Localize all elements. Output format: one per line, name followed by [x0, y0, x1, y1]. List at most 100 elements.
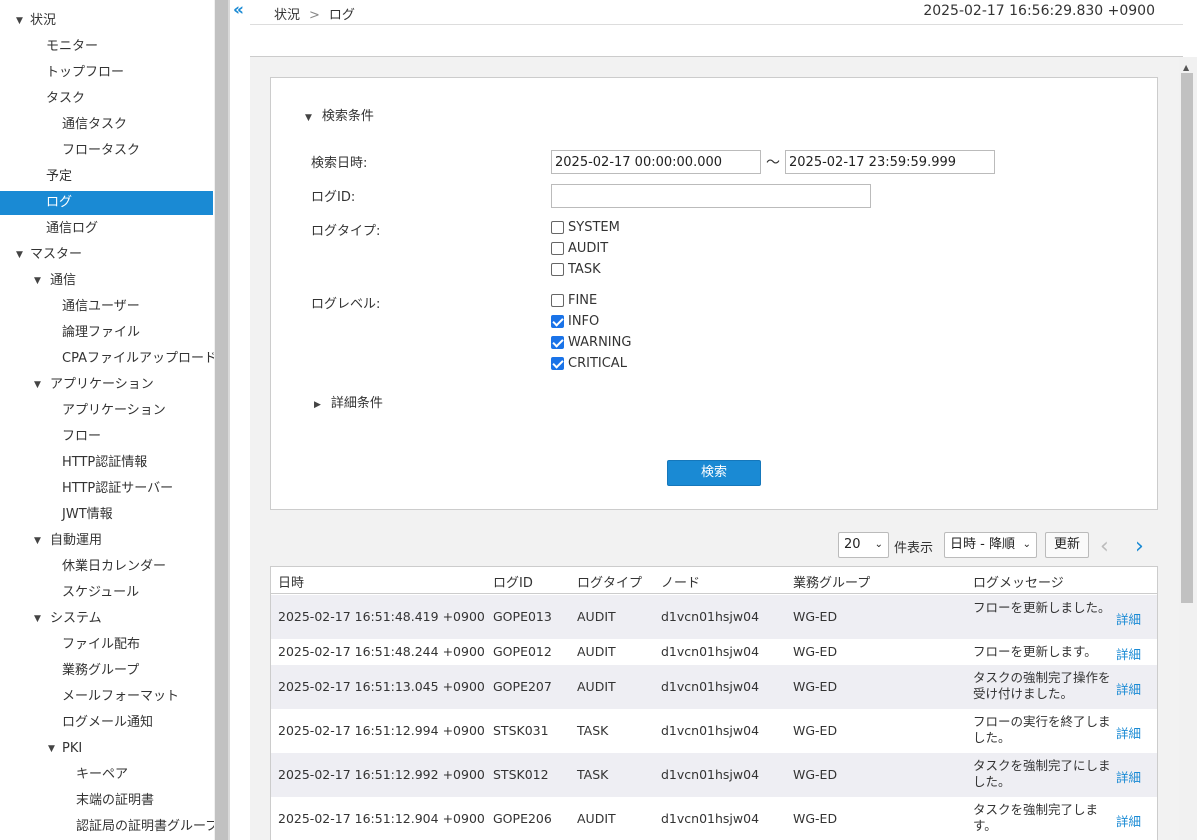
detail-link[interactable]: 詳細 — [1116, 767, 1141, 786]
checkbox-label: SYSTEM — [568, 220, 620, 235]
expand-triangle-icon[interactable]: ▼ — [16, 243, 23, 267]
detail-link[interactable]: 詳細 — [1116, 723, 1141, 742]
sidebar-item[interactable]: フロータスク — [0, 139, 213, 163]
next-page-icon[interactable]: › — [1135, 536, 1144, 558]
sidebar-item[interactable]: ▼ 通信 — [0, 269, 213, 293]
cell-group: WG-ED — [793, 811, 838, 826]
sidebar-item-label: PKI — [62, 741, 83, 756]
cell-node: d1vcn01hsjw04 — [661, 811, 760, 826]
sidebar-scrollbar-thumb[interactable] — [215, 0, 228, 840]
table-row: 2025-02-17 16:51:12.904 +0900 GOPE206 AUDI… — [271, 797, 1157, 840]
sidebar-item[interactable]: ログメール通知 — [0, 711, 213, 735]
sidebar-item[interactable]: トップフロー — [0, 61, 213, 85]
sidebar-item[interactable]: 末端の証明書 — [0, 789, 213, 813]
breadcrumb-item-status[interactable]: 状況 — [274, 8, 300, 23]
cell-message: タスクを強制完了にしました。 — [973, 758, 1111, 789]
checkbox[interactable] — [551, 336, 564, 349]
sidebar-item[interactable]: ▼ PKI — [0, 737, 213, 761]
checkbox[interactable] — [551, 221, 564, 234]
checkbox[interactable] — [551, 294, 564, 307]
sidebar-item[interactable]: ファイル配布 — [0, 633, 213, 657]
checkbox[interactable] — [551, 263, 564, 276]
chevron-down-icon: ⌄ — [874, 539, 883, 550]
sidebar-item-label: 通信タスク — [62, 117, 128, 132]
main-scrollbar-thumb[interactable] — [1181, 73, 1193, 603]
logtype-option[interactable]: AUDIT — [551, 238, 608, 259]
sidebar-item[interactable]: メールフォーマット — [0, 685, 213, 709]
table-row: 2025-02-17 16:51:48.419 +0900 GOPE013 AUDI… — [271, 595, 1157, 639]
sidebar-item[interactable]: JWT情報 — [0, 503, 213, 527]
expand-triangle-icon[interactable]: ▼ — [34, 269, 41, 293]
date-to-input[interactable] — [785, 150, 995, 174]
scroll-up-icon[interactable]: ▲ — [1183, 63, 1189, 72]
sidebar-item[interactable]: ▼ 状況 — [0, 9, 213, 33]
expand-triangle-icon[interactable]: ▼ — [48, 737, 55, 761]
checkbox-label: AUDIT — [568, 241, 609, 256]
sidebar-item[interactable]: 業務グループ — [0, 659, 213, 683]
sidebar-item[interactable]: ▼ 自動運用 — [0, 529, 213, 553]
loglevel-option[interactable]: INFO — [551, 311, 599, 332]
detail-link[interactable]: 詳細 — [1116, 609, 1141, 628]
cell-datetime: 2025-02-17 16:51:12.992 +0900 — [278, 767, 485, 782]
loglevel-option[interactable]: WARNING — [551, 332, 631, 353]
expand-triangle-icon[interactable]: ▼ — [34, 373, 41, 397]
sort-value: 日時 - 降順 — [950, 537, 1015, 552]
main-scrollbar[interactable]: ▲ — [1179, 57, 1197, 840]
sidebar-item[interactable]: HTTP認証情報 — [0, 451, 213, 475]
sidebar-item[interactable]: 休業日カレンダー — [0, 555, 213, 579]
checkbox[interactable] — [551, 315, 564, 328]
loglevel-label: ログレベル: — [311, 297, 381, 312]
sidebar-item[interactable]: ▼ マスター — [0, 243, 213, 267]
loglevel-option[interactable]: CRITICAL — [551, 353, 627, 374]
sidebar-item[interactable]: フロー — [0, 425, 213, 449]
sidebar-item[interactable]: 認証局の証明書グループ — [0, 815, 214, 839]
detail-link[interactable]: 詳細 — [1116, 811, 1141, 830]
cell-logid: GOPE012 — [493, 644, 552, 659]
sidebar-item[interactable]: 通信ユーザー — [0, 295, 213, 319]
sidebar-item[interactable]: 予定 — [0, 165, 213, 189]
page-size-select[interactable]: 20 ⌄ — [838, 532, 889, 558]
sidebar-item[interactable]: 通信ログ — [0, 217, 213, 241]
sidebar-item[interactable]: CPAファイルアップロード — [0, 347, 214, 371]
sidebar-item[interactable]: ▼ アプリケーション — [0, 373, 213, 397]
sidebar-item[interactable]: モニター — [0, 35, 213, 59]
collapse-sidebar-icon[interactable]: « — [233, 1, 244, 19]
sidebar-item-label: マスター — [30, 247, 83, 262]
sidebar-item[interactable]: ログ — [0, 191, 213, 215]
sidebar-item[interactable]: 論理ファイル — [0, 321, 213, 345]
detail-link[interactable]: 詳細 — [1116, 679, 1141, 698]
expand-triangle-icon[interactable]: ▼ — [34, 529, 41, 553]
checkbox[interactable] — [551, 242, 564, 255]
checkbox-label: INFO — [568, 314, 600, 329]
sidebar-item[interactable]: HTTP認証サーバー — [0, 477, 213, 501]
detail-link[interactable]: 詳細 — [1116, 644, 1141, 663]
cell-type: TASK — [577, 723, 609, 738]
logtype-option[interactable]: SYSTEM — [551, 217, 620, 238]
expand-triangle-icon[interactable]: ▼ — [16, 9, 23, 33]
sidebar-scrollbar[interactable] — [214, 0, 228, 840]
sort-select[interactable]: 日時 - 降順 ⌄ — [944, 532, 1037, 558]
sidebar-item[interactable]: ▼ システム — [0, 607, 213, 631]
refresh-button[interactable]: 更新 — [1045, 532, 1089, 558]
log-table: 日時 ログID ログタイプ ノード 業務グループ ログメッセージ 2025-02-17 1… — [270, 566, 1158, 840]
sidebar-item[interactable]: 通信タスク — [0, 113, 213, 137]
checkbox[interactable] — [551, 357, 564, 370]
detail-conditions-toggle[interactable]: ▶ 詳細条件 — [314, 392, 383, 411]
sidebar-item-label: 末端の証明書 — [76, 793, 155, 808]
column-header: ノード — [661, 576, 701, 591]
sidebar-item[interactable]: タスク — [0, 87, 213, 111]
date-from-input[interactable] — [551, 150, 761, 174]
sidebar-item-label: ログメール通知 — [62, 715, 154, 730]
sidebar-item-label: ログ — [46, 195, 73, 210]
column-header: ログID — [493, 576, 533, 591]
page-size-suffix: 件表示 — [894, 541, 934, 556]
sidebar-item[interactable]: スケジュール — [0, 581, 213, 605]
search-conditions-toggle[interactable]: ▼ 検索条件 — [305, 105, 374, 124]
expand-triangle-icon[interactable]: ▼ — [34, 607, 41, 631]
loglevel-option[interactable]: FINE — [551, 290, 597, 311]
logtype-option[interactable]: TASK — [551, 259, 601, 280]
sidebar-item[interactable]: キーペア — [0, 763, 213, 787]
search-button[interactable]: 検索 — [667, 460, 761, 486]
sidebar-item[interactable]: アプリケーション — [0, 399, 213, 423]
logid-input[interactable] — [551, 184, 871, 208]
